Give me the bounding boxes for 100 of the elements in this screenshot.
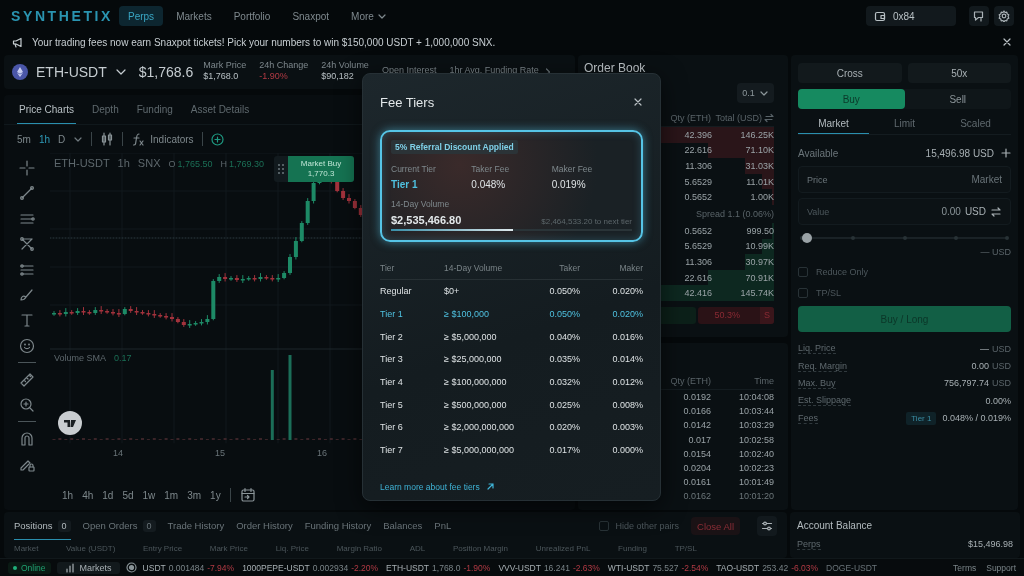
close-button[interactable] [1002, 37, 1012, 47]
footer-link[interactable]: Support [986, 562, 1016, 573]
tier-row-text: Tier 6 ≥ $2,000,000,000 0.020% 0.003% [380, 421, 643, 435]
checkbox[interactable] [599, 521, 610, 531]
ticker-item[interactable]: WTI-USDT 75.527 -2.54% [607, 562, 709, 573]
interval-button[interactable]: 1h [38, 133, 51, 145]
balance-label: Perps [797, 538, 821, 550]
stat-label: 24h Change [259, 60, 309, 71]
settings-button[interactable] [994, 6, 1014, 26]
table-cell-text: 145.74K [739, 288, 774, 299]
column-header: Qty (ETH) [669, 112, 711, 123]
table-cell-text: 10:02:23 [737, 463, 774, 474]
wallet-button[interactable]: 0x84 [866, 6, 956, 26]
checkbox[interactable] [798, 287, 808, 298]
range-button[interactable]: 1h [62, 489, 74, 501]
chart-logo-icon[interactable] [58, 411, 82, 435]
order-book-row[interactable]: 42.396 146.25K [660, 127, 774, 143]
order-type-tab[interactable]: Scaled [940, 113, 1011, 134]
ticker-item[interactable]: DOGE-USDT [826, 562, 878, 573]
positions-tab[interactable]: Balances [383, 512, 423, 540]
positions-tab[interactable]: Order History [236, 512, 293, 540]
magnet-icon[interactable] [18, 429, 36, 448]
learn-more-link[interactable]: Learn more about fee tiers [380, 481, 495, 492]
margin-mode-button[interactable]: Cross [798, 63, 902, 83]
detail-label: Fees [798, 412, 818, 424]
range-button[interactable]: 5d [122, 489, 134, 501]
calendar-icon[interactable] [239, 487, 256, 503]
market-buy-button[interactable]: Market Buy 1,770.3 [288, 156, 354, 182]
positions-tab[interactable]: Open Orders 0 [82, 512, 156, 540]
value-input[interactable]: 0.00 [833, 206, 961, 217]
nav-item[interactable]: More [342, 6, 396, 26]
add-icon[interactable] [210, 132, 224, 146]
ticker-item[interactable]: USDT 0.001484 -7.94% [142, 562, 235, 573]
range-button[interactable]: 1w [142, 489, 156, 501]
range-button[interactable]: 1d [102, 489, 114, 501]
close-button[interactable] [633, 97, 643, 107]
axis-label: 16 [317, 448, 328, 458]
logo[interactable]: SYNTHETIX [11, 8, 119, 24]
function-icon [131, 132, 146, 146]
ticker-item[interactable]: 1000PEPE-USDT 0.002934 -2.20% [242, 562, 379, 573]
symbol-selector[interactable]: ETH-USDT [36, 64, 127, 80]
order-book-row[interactable]: 42.416 145.74K [660, 285, 774, 301]
range-button[interactable]: 4h [82, 489, 94, 501]
column-header: Margin Ratio [336, 543, 382, 553]
status-label: Online [21, 562, 46, 573]
pattern-icon[interactable] [18, 235, 36, 254]
markets-button[interactable]: Markets [56, 561, 120, 574]
value-field[interactable]: Value 0.00 USD [798, 198, 1011, 225]
add-icon[interactable] [1001, 148, 1011, 158]
chart-tab[interactable]: Asset Details [188, 95, 252, 124]
trend-line-icon[interactable] [18, 184, 36, 203]
positions-tab[interactable]: Trade History [167, 512, 225, 540]
smiley-icon[interactable] [18, 336, 36, 355]
nav-item[interactable]: Snaxpot [283, 6, 339, 26]
table-cell-text: 11.01K [745, 176, 774, 187]
ticker-item[interactable]: TAO-USDT 253.42 -6.03% [716, 562, 819, 573]
footer-link[interactable]: Terms [953, 562, 977, 573]
nav-item[interactable]: Markets [167, 6, 221, 26]
range-button[interactable]: 3m [187, 489, 202, 501]
last-price: $1,768.6 [138, 64, 194, 80]
filter-button[interactable] [757, 516, 777, 536]
positions-tab[interactable]: PnL [434, 512, 452, 540]
tier-row-text: Tier 2 ≥ $5,000,000 0.040% 0.016% [380, 330, 643, 344]
candles-icon[interactable] [100, 132, 115, 146]
step-dropdown[interactable]: 0.1 [737, 83, 774, 103]
slider-track[interactable] [802, 231, 1007, 245]
chart-tab[interactable]: Funding [134, 95, 175, 124]
chat-button[interactable] [969, 6, 989, 26]
ticker-item[interactable]: ETH-USDT 1,768.0 -1.90% [386, 562, 491, 573]
positions-tab[interactable]: Funding History [304, 512, 372, 540]
nav-item[interactable]: Portfolio [224, 6, 280, 26]
order-type-tab[interactable]: Market [798, 113, 869, 134]
interval-button[interactable]: 5m [17, 133, 31, 145]
column-header: Market [14, 543, 39, 553]
checkbox[interactable] [798, 266, 808, 277]
ticker-item[interactable]: VVV-USDT 16.241 -2.63% [498, 562, 600, 573]
checkbox-label: Hide other pairs [615, 521, 680, 531]
order-type-tab[interactable]: Limit [869, 113, 940, 134]
swap-icon[interactable] [990, 205, 1002, 218]
side-tab[interactable]: Sell [904, 89, 1011, 109]
table-cell-text: 0.5652 [683, 192, 713, 203]
chart-tab[interactable]: Price Charts [17, 95, 76, 124]
range-button[interactable]: 1y [210, 489, 221, 501]
interval-button[interactable]: D [58, 133, 66, 145]
nav-item[interactable]: Perps [119, 6, 164, 26]
table-cell-text: 1.00K [749, 192, 774, 203]
chart-tab[interactable]: Depth [90, 95, 121, 124]
gear-icon [998, 10, 1010, 22]
crosshair-icon[interactable] [18, 159, 36, 177]
summary-value: 0.048% [471, 179, 507, 190]
range-button[interactable]: 1m [164, 489, 179, 501]
indicators-button[interactable]: Indicators [131, 132, 194, 146]
zoom-in-icon[interactable] [18, 395, 36, 414]
panel-title: Account Balance [797, 520, 874, 533]
leverage-button[interactable]: 50x [907, 63, 1011, 83]
record-icon[interactable] [125, 562, 137, 573]
status-dot [13, 565, 17, 570]
chat-icon [973, 10, 985, 22]
positions-tab[interactable]: Positions 0 [14, 512, 71, 540]
slider-thumb[interactable] [802, 233, 812, 243]
